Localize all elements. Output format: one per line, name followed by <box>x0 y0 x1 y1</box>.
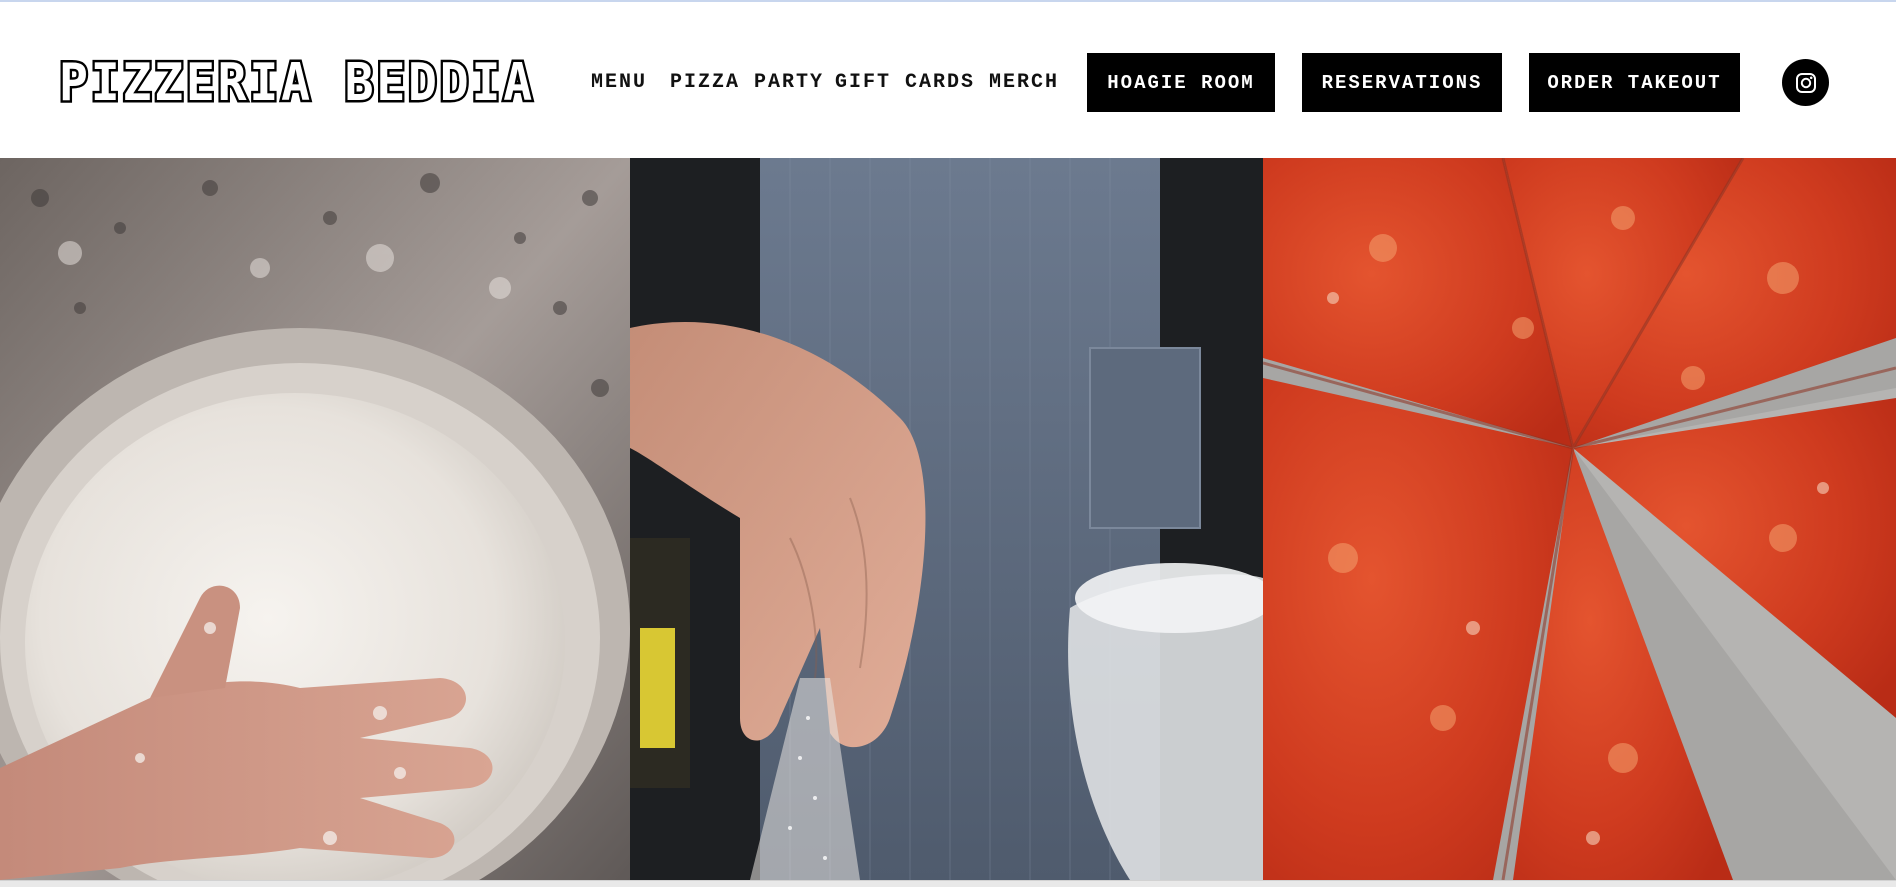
reservations-button[interactable]: RESERVATIONS <box>1302 53 1502 112</box>
nav-link-menu[interactable]: MENU <box>591 68 647 98</box>
tomato-pie-photo <box>1263 158 1896 880</box>
photo-gallery <box>0 158 1896 880</box>
order-takeout-button[interactable]: ORDER TAKEOUT <box>1529 53 1740 112</box>
nav-link-gift-cards[interactable]: GIFT CARDS <box>835 68 975 98</box>
nav-link-merch[interactable]: MERCH <box>989 68 1059 98</box>
instagram-button[interactable] <box>1782 59 1829 106</box>
instagram-icon <box>1795 72 1816 93</box>
site-logo[interactable]: PIZZERIA BEDDIA <box>57 48 539 118</box>
hoagie-room-button[interactable]: HOAGIE ROOM <box>1087 53 1275 112</box>
flour-sprinkle-photo <box>630 158 1263 880</box>
nav-link-pizza-party[interactable]: PIZZA PARTY <box>670 68 824 98</box>
svg-text:PIZZERIA BEDDIA: PIZZERIA BEDDIA <box>59 53 535 113</box>
dough-hand-photo <box>0 158 630 880</box>
site-header: PIZZERIA BEDDIA MENU PIZZA PARTY GIFT CA… <box>0 2 1896 158</box>
logo-wordmark: PIZZERIA BEDDIA <box>57 51 535 116</box>
